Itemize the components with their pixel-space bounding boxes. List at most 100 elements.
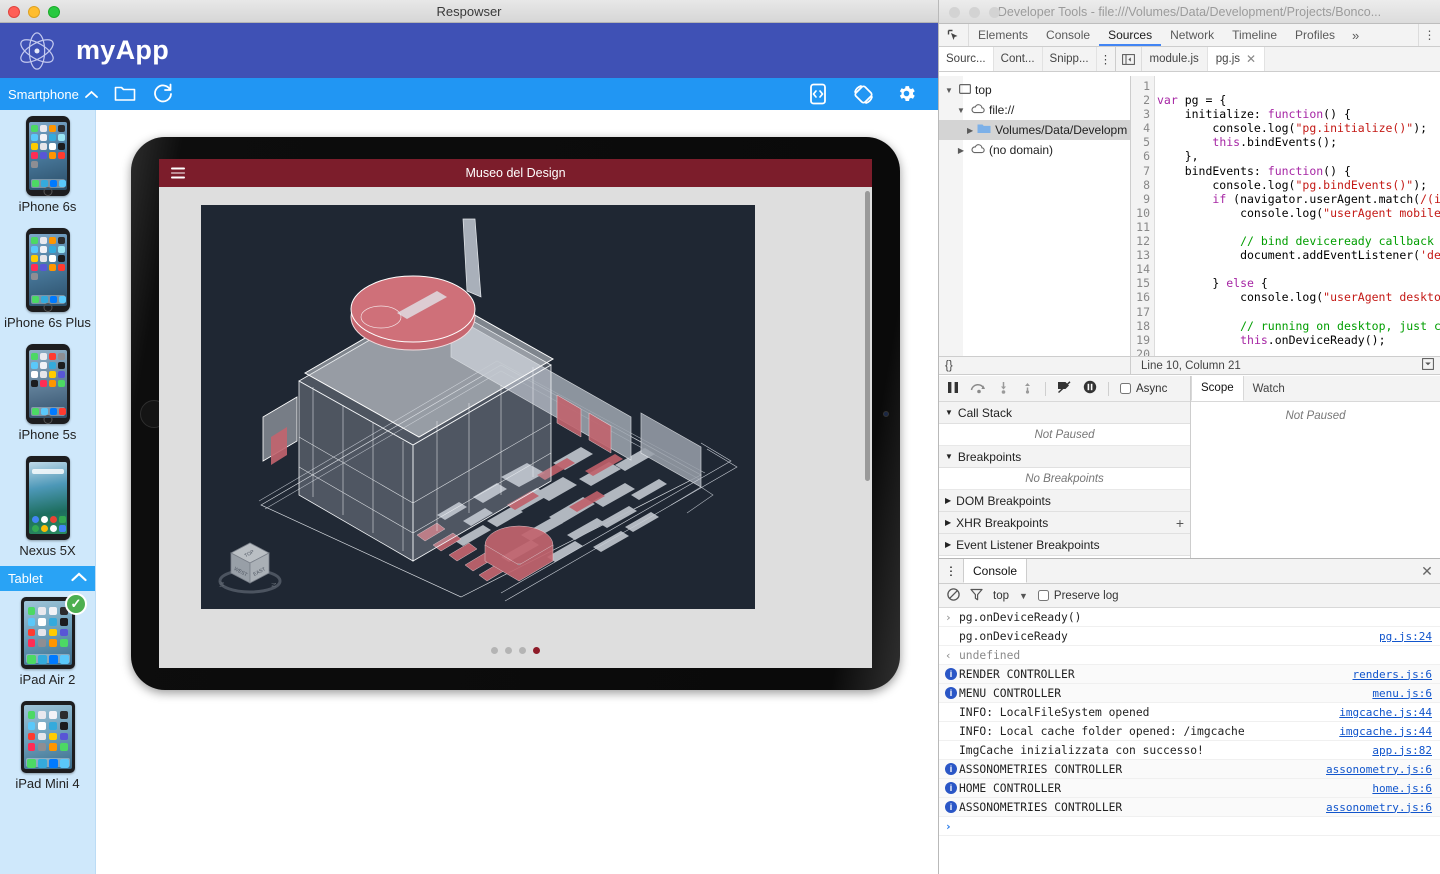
console-message[interactable]: pg.onDeviceReady pg.js:24 (939, 627, 1440, 646)
console-source-link[interactable]: assonometry.js:6 (1326, 801, 1432, 814)
maximize-window-button[interactable] (48, 6, 60, 18)
async-checkbox-row[interactable]: Async (1120, 383, 1167, 395)
tree-node-top[interactable]: ▼ top (939, 80, 1130, 100)
console-source-link[interactable]: assonometry.js:6 (1326, 763, 1432, 776)
tab-scope[interactable]: Scope (1191, 376, 1244, 401)
tab-watch[interactable]: Watch (1244, 376, 1294, 401)
twisty-closed-icon[interactable]: ▶ (955, 146, 967, 155)
code-line[interactable] (1157, 347, 1440, 356)
console-message-list[interactable]: › pg.onDeviceReady() pg.onDeviceReady pg.js… (939, 608, 1440, 874)
devtools-window-controls[interactable] (949, 7, 1000, 18)
device-viewport[interactable]: Museo del Design TOP WEST EAST W N (159, 159, 872, 668)
tab-timeline[interactable]: Timeline (1223, 24, 1286, 46)
device-code-icon[interactable] (808, 83, 830, 105)
drawer-tabbar[interactable]: ⋮ Console ✕ (939, 559, 1440, 584)
code-line[interactable]: // running on desktop, just cal (1157, 319, 1440, 333)
code-editor[interactable]: 123456789101112131415161718192021 var pg… (1131, 76, 1440, 356)
console-context-selector[interactable]: top (993, 590, 1009, 602)
code-line[interactable]: this.onDeviceReady(); (1157, 333, 1440, 347)
section-header-xhr-breakpoints[interactable]: ▶ XHR Breakpoints + (939, 512, 1190, 534)
code-line[interactable]: this.bindEvents(); (1157, 135, 1440, 149)
console-source-link[interactable]: imgcache.js:44 (1339, 706, 1432, 719)
carousel-dot[interactable] (519, 647, 526, 654)
preserve-log-row[interactable]: Preserve log (1037, 590, 1118, 602)
open-file-tabs[interactable]: module.js pg.js ✕ (1114, 47, 1440, 71)
close-window-button[interactable] (949, 7, 960, 18)
section-header-event-listener-breakpoints[interactable]: ▶ Event Listener Breakpoints (939, 534, 1190, 556)
device-item-nexus-5x[interactable]: Nexus 5X (0, 450, 95, 566)
twisty-closed-icon[interactable]: ▶ (945, 496, 951, 505)
console-message[interactable]: i ASSONOMETRIES CONTROLLER assonometry.js:… (939, 798, 1440, 817)
chevron-down-icon[interactable]: ▼ (1019, 591, 1028, 601)
code-line[interactable]: console.log("pg.bindEvents()"); (1157, 178, 1440, 192)
subtab-snippets[interactable]: Snipp... (1043, 47, 1097, 71)
tab-sources[interactable]: Sources (1099, 24, 1161, 46)
preserve-log-checkbox[interactable] (1037, 590, 1049, 601)
pretty-print-button[interactable]: {} (939, 357, 1131, 374)
gear-icon[interactable] (896, 83, 918, 105)
device-item-ipad-air-2[interactable]: ✓ iPad Air 2 (0, 591, 95, 695)
device-category-selector[interactable]: Smartphone (8, 87, 98, 102)
close-window-button[interactable] (8, 6, 20, 18)
more-vertical-icon[interactable]: ⋮ (1097, 47, 1115, 71)
pause-resume-icon[interactable] (947, 381, 959, 397)
console-prompt-row[interactable]: › (939, 817, 1440, 836)
source-code-text[interactable]: var pg = { initialize: function() { cons… (1157, 79, 1440, 356)
console-source-link[interactable]: pg.js:24 (1379, 630, 1432, 643)
folder-icon[interactable] (114, 83, 136, 105)
close-icon[interactable]: ✕ (1246, 52, 1256, 66)
section-header-call-stack[interactable]: ▼ Call Stack (939, 402, 1190, 424)
device-item-iphone-6s-plus[interactable]: iPhone 6s Plus (0, 222, 95, 338)
code-line[interactable]: console.log("userAgent desktop" (1157, 290, 1440, 304)
console-source-link[interactable]: app.js:82 (1372, 744, 1432, 757)
step-out-icon[interactable] (1021, 381, 1034, 397)
console-source-link[interactable]: renders.js:6 (1353, 668, 1432, 681)
inspect-element-icon[interactable] (939, 24, 969, 46)
code-line[interactable]: initialize: function() { (1157, 107, 1440, 121)
code-line[interactable] (1157, 262, 1440, 276)
code-line[interactable]: console.log("userAgent mobile") (1157, 206, 1440, 220)
code-line[interactable]: var pg = { (1157, 93, 1440, 107)
filter-icon[interactable] (970, 588, 983, 604)
drawer-tab-console[interactable]: Console (963, 559, 1028, 583)
app-scrollbar[interactable] (865, 191, 870, 481)
console-message[interactable]: › pg.onDeviceReady() (939, 608, 1440, 627)
more-vertical-icon[interactable]: ⋮ (1418, 24, 1440, 46)
window-controls[interactable] (8, 6, 60, 18)
file-tab-module-js[interactable]: module.js (1142, 47, 1208, 71)
sources-subtabs[interactable]: Sourc... Cont... Snipp... ⋮ module.js pg… (939, 47, 1440, 72)
twisty-closed-icon[interactable]: ▶ (945, 518, 951, 527)
pause-on-exceptions-icon[interactable] (1083, 380, 1097, 397)
console-source-link[interactable]: home.js:6 (1372, 782, 1432, 795)
code-line[interactable]: if (navigator.userAgent.match(/(iPh (1157, 192, 1440, 206)
device-list-sidebar[interactable]: iPhone 6s iPhone 6s Plus iPhone 5s Nexus… (0, 110, 96, 874)
async-checkbox[interactable] (1120, 383, 1131, 394)
show-navigator-icon[interactable] (1116, 47, 1142, 71)
hamburger-menu-icon[interactable] (171, 167, 185, 179)
device-group-header-tablet[interactable]: Tablet (0, 566, 95, 591)
devtools-tabbar[interactable]: Elements Console Sources Network Timelin… (939, 24, 1440, 47)
tree-node-volumes-data-development[interactable]: ▶ Volumes/Data/Developm (939, 120, 1130, 140)
code-line[interactable] (1157, 305, 1440, 319)
console-message[interactable]: ‹ undefined (939, 646, 1440, 665)
twisty-open-icon[interactable]: ▼ (955, 106, 967, 115)
clear-console-icon[interactable] (947, 587, 960, 604)
console-source-link[interactable]: imgcache.js:44 (1339, 725, 1432, 738)
console-message[interactable]: i ASSONOMETRIES CONTROLLER assonometry.js:… (939, 760, 1440, 779)
console-message[interactable]: i HOME CONTROLLER home.js:6 (939, 779, 1440, 798)
carousel-dot[interactable] (505, 647, 512, 654)
code-line[interactable] (1157, 79, 1440, 93)
console-filter-bar[interactable]: top ▼ Preserve log (939, 584, 1440, 608)
viewcube-navigation-icon[interactable]: TOP WEST EAST W N (215, 537, 285, 595)
console-message[interactable]: INFO: LocalFileSystem opened imgcache.js:… (939, 703, 1440, 722)
console-message[interactable]: ImgCache inizializzata con successo! app.… (939, 741, 1440, 760)
tab-network[interactable]: Network (1161, 24, 1223, 46)
twisty-open-icon[interactable]: ▼ (943, 86, 955, 95)
twisty-closed-icon[interactable]: ▶ (945, 540, 951, 549)
carousel-dot-active[interactable] (533, 647, 540, 654)
section-header-dom-breakpoints[interactable]: ▶ DOM Breakpoints (939, 490, 1190, 512)
device-item-iphone-6s[interactable]: iPhone 6s (0, 110, 95, 222)
close-icon[interactable]: ✕ (1414, 559, 1440, 583)
reload-icon[interactable] (152, 83, 174, 105)
twisty-closed-icon[interactable]: ▶ (967, 126, 973, 135)
